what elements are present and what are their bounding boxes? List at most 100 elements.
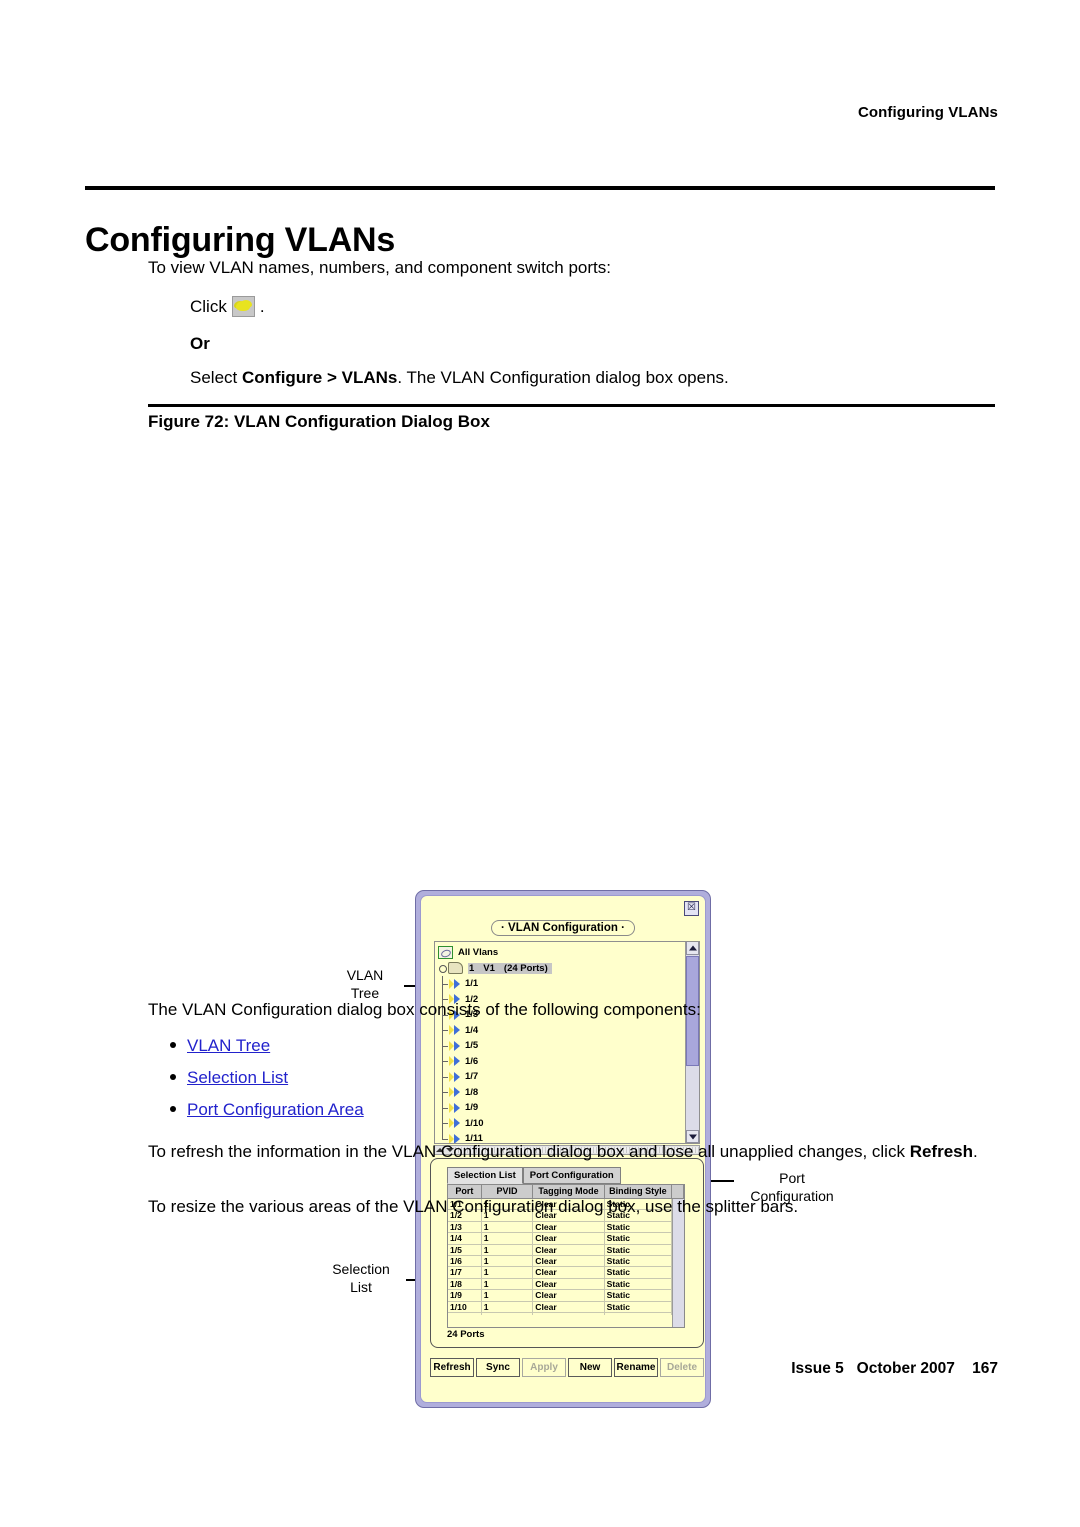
- rename-button[interactable]: Rename: [614, 1358, 658, 1377]
- cell-port: 1/10: [448, 1301, 482, 1312]
- tree-row-vlan-1[interactable]: 1 V1 (24 Ports): [438, 961, 685, 977]
- tree-row-root[interactable]: All Vlans: [438, 945, 685, 961]
- scroll-up-icon[interactable]: [686, 942, 699, 955]
- intro-paragraph: To view VLAN names, numbers, and compone…: [148, 258, 611, 277]
- vlan-1-name: V1: [483, 962, 495, 974]
- cell-port: 1/3: [448, 1221, 482, 1233]
- step-click-label: Click: [190, 296, 227, 316]
- bullet-dot: [170, 1042, 176, 1048]
- figure-rule: [148, 404, 995, 407]
- cell-tagging-mode: Clear: [533, 1255, 605, 1267]
- vlan-cloud-icon[interactable]: [231, 296, 255, 317]
- callout-vlan-tree: VLAN Tree: [346, 967, 384, 1001]
- components-list: VLAN Tree Selection List Port Configurat…: [170, 1036, 770, 1132]
- step-select-suffix: . The VLAN Configuration dialog box open…: [397, 368, 729, 387]
- cell-binding-style: Static: [605, 1267, 672, 1278]
- new-button[interactable]: New: [568, 1358, 612, 1377]
- running-header: Configuring VLANs: [857, 104, 998, 121]
- cell-binding-style: Static: [605, 1255, 672, 1267]
- cell-pvid: 1: [482, 1312, 534, 1315]
- resize-paragraph: To resize the various areas of the VLAN …: [148, 1197, 799, 1216]
- tab-selection-list[interactable]: Selection List: [447, 1167, 523, 1184]
- refresh-text-prefix: To refresh the information in the VLAN C…: [148, 1142, 910, 1161]
- cell-port: 1/5: [448, 1244, 482, 1255]
- figure-caption: Figure 72: VLAN Configuration Dialog Box: [148, 412, 490, 431]
- refresh-paragraph: To refresh the information in the VLAN C…: [148, 1140, 1020, 1165]
- vlan-1-id: 1: [469, 962, 475, 974]
- cell-tagging-mode: Clear: [533, 1290, 605, 1301]
- cell-tagging-mode: Clear: [533, 1312, 605, 1315]
- cell-binding-style: Static: [605, 1290, 672, 1301]
- table-row[interactable]: 1/5 1 Clear Static: [448, 1244, 672, 1256]
- scroll-thumb[interactable]: [673, 1210, 684, 1288]
- table-row[interactable]: 1/9 1 Clear Static: [448, 1290, 672, 1302]
- tree-port-label: 1/4: [465, 1024, 479, 1036]
- grid-vertical-scrollbar[interactable]: [672, 1199, 684, 1327]
- table-row[interactable]: 1/4 1 Clear Static: [448, 1233, 672, 1245]
- cell-tagging-mode: Clear: [533, 1233, 605, 1244]
- table-row[interactable]: 1/8 1 Clear Static: [448, 1278, 672, 1291]
- menu-path: Configure > VLANs: [241, 368, 398, 387]
- panel-tabs: Selection List Port Configuration: [447, 1167, 621, 1184]
- all-vlans-icon: [438, 946, 453, 960]
- scroll-down-icon[interactable]: [673, 1316, 684, 1327]
- cell-port: 1/4: [448, 1233, 482, 1244]
- table-row[interactable]: 1/3 1 Clear Static: [448, 1221, 672, 1234]
- tree-row-port[interactable]: 1/1: [438, 976, 685, 992]
- dialog-title: · VLAN Configuration ·: [491, 920, 635, 936]
- step-click-period: .: [259, 296, 265, 316]
- page-title: Configuring VLANs: [85, 220, 396, 259]
- table-row[interactable]: 1/11 1 Clear Static: [448, 1312, 672, 1315]
- cell-tagging-mode: Clear: [533, 1244, 605, 1255]
- tab-port-configuration[interactable]: Port Configuration: [522, 1167, 621, 1184]
- vlan-1-ports: (24 Ports): [503, 962, 548, 974]
- bullet-dot: [170, 1106, 176, 1112]
- step-select: Select Configure > VLANs. The VLAN Confi…: [190, 368, 729, 388]
- tree-root-label: All Vlans: [458, 947, 499, 959]
- cell-binding-style: Static: [605, 1244, 672, 1255]
- list-item: Selection List: [170, 1068, 770, 1088]
- step-or: Or: [190, 334, 210, 353]
- cell-port: 1/8: [448, 1278, 482, 1290]
- link-port-configuration-area[interactable]: Port Configuration Area: [187, 1100, 364, 1120]
- delete-button: Delete: [660, 1358, 704, 1377]
- cell-pvid: 1: [482, 1221, 534, 1233]
- figure-vlan-configuration-dialog: VLAN Tree Selection List Port Configurat…: [0, 440, 1080, 1408]
- cell-binding-style: Static: [605, 1233, 672, 1244]
- tree-vlan-1-label: 1 V1 (24 Ports): [468, 962, 552, 974]
- link-vlan-tree[interactable]: VLAN Tree: [187, 1036, 270, 1056]
- callout-selection-list: Selection List: [332, 1261, 390, 1295]
- cell-binding-style: Static: [605, 1278, 672, 1290]
- cell-port: 1/9: [448, 1290, 482, 1301]
- vlan-node-icon: [448, 962, 463, 975]
- tree-port-label: 1/1: [465, 978, 479, 990]
- close-icon[interactable]: ☒: [684, 901, 699, 916]
- dialog-button-bar: Refresh Sync Apply New Rename Delete: [430, 1358, 704, 1377]
- cell-tagging-mode: Clear: [533, 1267, 605, 1278]
- cell-tagging-mode: Clear: [533, 1278, 605, 1290]
- table-row[interactable]: 1/10 1 Clear Static: [448, 1301, 672, 1313]
- cell-binding-style: Static: [605, 1301, 672, 1312]
- cell-pvid: 1: [482, 1244, 534, 1255]
- list-item: Port Configuration Area: [170, 1100, 770, 1120]
- refresh-button[interactable]: Refresh: [430, 1358, 474, 1377]
- cell-tagging-mode: Clear: [533, 1301, 605, 1312]
- cell-pvid: 1: [482, 1267, 534, 1278]
- expand-handle-icon[interactable]: [438, 964, 447, 973]
- cell-pvid: 1: [482, 1290, 534, 1301]
- bullet-dot: [170, 1074, 176, 1080]
- port-icon: [449, 978, 461, 989]
- link-selection-list[interactable]: Selection List: [187, 1068, 288, 1088]
- step-click: Click .: [190, 296, 265, 317]
- cell-pvid: 1: [482, 1255, 534, 1267]
- list-item: VLAN Tree: [170, 1036, 770, 1056]
- tree-branch: [438, 976, 449, 992]
- cell-tagging-mode: Clear: [533, 1221, 605, 1233]
- table-row[interactable]: 1/6 1 Clear Static: [448, 1255, 672, 1268]
- cell-binding-style: Static: [605, 1221, 672, 1233]
- apply-button: Apply: [522, 1358, 566, 1377]
- cell-port: 1/7: [448, 1267, 482, 1278]
- cell-pvid: 1: [482, 1233, 534, 1244]
- sync-button[interactable]: Sync: [476, 1358, 520, 1377]
- table-row[interactable]: 1/7 1 Clear Static: [448, 1267, 672, 1279]
